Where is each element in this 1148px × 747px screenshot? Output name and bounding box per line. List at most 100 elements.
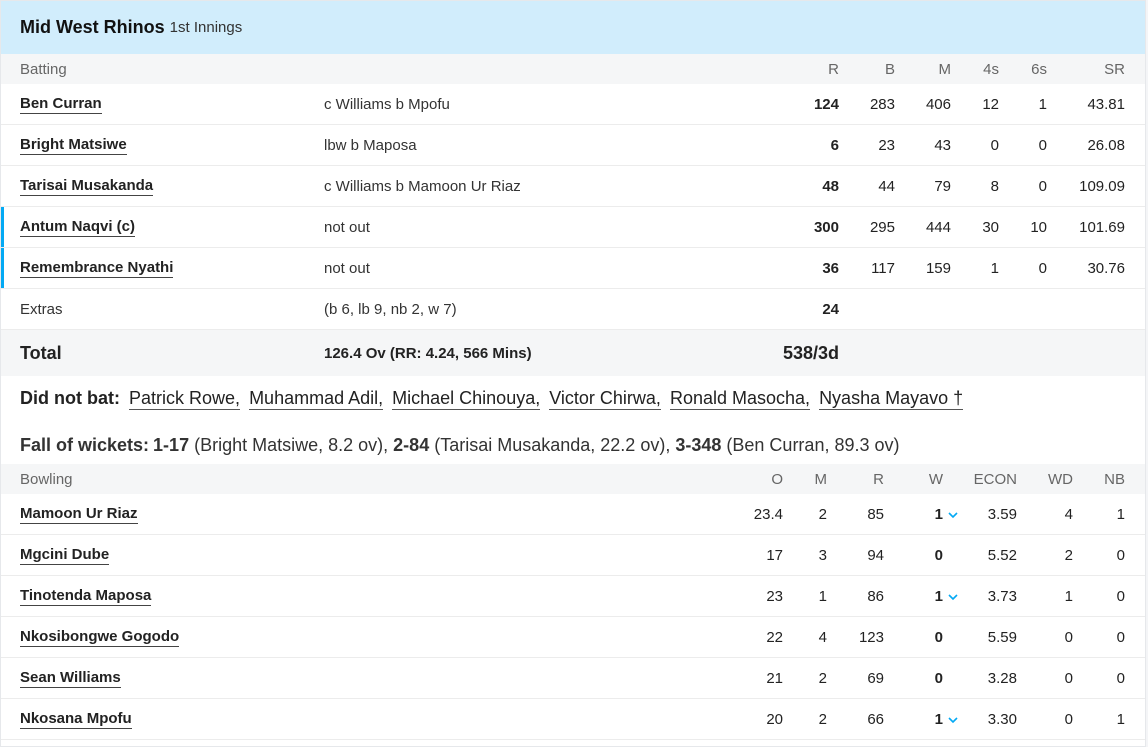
no-balls: 0 — [1116, 587, 1125, 605]
table-row: Mgcini Dube 17 3 94 0 5.52 2 0 — [1, 535, 1145, 576]
bowler-link[interactable]: Nkosana Mpofu — [20, 710, 132, 729]
runs-conceded: 69 — [867, 669, 884, 687]
col-runs: R — [828, 60, 839, 78]
wickets-cell[interactable]: 1 — [935, 494, 959, 534]
extras-row: Extras (b 6, lb 9, nb 2, w 7) 24 — [1, 289, 1145, 330]
overs: 23.4 — [753, 505, 783, 523]
table-row: Nkosibongwe Gogodo 22 4 123 0 5.59 0 0 — [1, 617, 1145, 658]
wickets-wrap: 1 — [935, 506, 959, 523]
batter-name[interactable]: Antum Naqvi (c) — [20, 207, 136, 247]
fours: 30 — [982, 218, 999, 236]
bowler-link[interactable]: Tinotenda Maposa — [20, 587, 152, 606]
table-row: Tinotenda Maposa 23 1 86 1 3.73 1 0 — [1, 576, 1145, 617]
wickets-wrap: 0 — [935, 629, 943, 646]
wicket-score: 3-348 — [675, 434, 722, 455]
did-not-bat-player[interactable]: Patrick Rowe, — [129, 388, 241, 410]
balls: 283 — [869, 95, 895, 113]
bowler-name[interactable]: Sean Williams — [20, 658, 121, 698]
col-runs-conceded: R — [873, 470, 884, 488]
economy: 3.30 — [987, 710, 1017, 728]
batter-name[interactable]: Remembrance Nyathi — [20, 248, 174, 288]
total-row: Total 126.4 Ov (RR: 4.24, 566 Mins) 538/… — [1, 330, 1145, 376]
economy: 3.59 — [987, 505, 1017, 523]
runs-conceded: 123 — [858, 628, 884, 646]
batter-link[interactable]: Ben Curran — [20, 95, 102, 114]
overs: 20 — [766, 710, 783, 728]
col-wides: WD — [1048, 470, 1073, 488]
table-row: Nkosana Mpofu 20 2 66 1 3.30 0 1 — [1, 699, 1145, 740]
batting-rows: Ben Curran c Williams b Mpofu 124 283 406 12 1… — [1, 84, 1145, 289]
maidens: 2 — [818, 710, 827, 728]
batter-link[interactable]: Bright Matsiwe — [20, 136, 127, 155]
bowler-name[interactable]: Mgcini Dube — [20, 535, 110, 575]
maidens: 4 — [818, 628, 827, 646]
did-not-bat-player[interactable]: Ronald Masocha, — [669, 388, 811, 410]
no-balls: 0 — [1116, 628, 1125, 646]
wides: 4 — [1064, 505, 1073, 523]
extras-detail: (b 6, lb 9, nb 2, w 7) — [324, 300, 457, 318]
innings-label: 1st Innings — [169, 19, 243, 36]
economy: 5.59 — [987, 628, 1017, 646]
wickets-wrap: 1 — [935, 711, 959, 728]
no-balls: 1 — [1116, 710, 1125, 728]
bowler-name[interactable]: Nkosana Mpofu — [20, 699, 132, 739]
chevron-down-icon[interactable] — [947, 508, 959, 520]
batter-name[interactable]: Tarisai Musakanda — [20, 166, 154, 206]
bowler-name[interactable]: Tinotenda Maposa — [20, 576, 152, 616]
bowler-link[interactable]: Mgcini Dube — [20, 546, 110, 565]
minutes: 79 — [934, 177, 951, 195]
minutes: 406 — [925, 95, 951, 113]
innings-header: Mid West Rhinos 1st Innings — [1, 1, 1145, 54]
batter-link[interactable]: Tarisai Musakanda — [20, 177, 154, 196]
sixes: 0 — [1038, 136, 1047, 154]
table-row: Remembrance Nyathi not out 36 117 159 1 0 30.76 — [1, 248, 1145, 289]
wickets-wrap: 0 — [935, 547, 943, 564]
chevron-down-icon[interactable] — [947, 713, 959, 725]
wickets: 1 — [934, 587, 943, 605]
wickets-cell[interactable]: 1 — [935, 576, 959, 616]
minutes: 159 — [925, 259, 951, 277]
batter-link[interactable]: Antum Naqvi (c) — [20, 218, 136, 237]
bowler-name[interactable]: Nkosibongwe Gogodo — [20, 617, 180, 657]
dismissal: lbw b Maposa — [324, 136, 417, 154]
col-fours: 4s — [983, 60, 999, 78]
batting-title: Batting — [20, 60, 67, 78]
batter-name[interactable]: Bright Matsiwe — [20, 125, 127, 165]
sixes: 0 — [1038, 259, 1047, 277]
wides: 0 — [1064, 669, 1073, 687]
wickets-cell: 0 — [935, 658, 943, 698]
bowler-name[interactable]: Mamoon Ur Riaz — [20, 494, 138, 534]
batter-link[interactable]: Remembrance Nyathi — [20, 259, 174, 278]
sixes: 10 — [1030, 218, 1047, 236]
wides: 2 — [1064, 546, 1073, 564]
did-not-bat-player[interactable]: Victor Chirwa, — [549, 388, 661, 410]
did-not-bat-player[interactable]: Michael Chinouya, — [392, 388, 541, 410]
dismissal: not out — [324, 259, 370, 277]
maidens: 1 — [818, 587, 827, 605]
no-balls: 1 — [1116, 505, 1125, 523]
bowler-link[interactable]: Sean Williams — [20, 669, 121, 688]
dismissal: not out — [324, 218, 370, 236]
bowler-link[interactable]: Mamoon Ur Riaz — [20, 505, 138, 524]
wickets: 1 — [934, 710, 943, 728]
did-not-bat: Did not bat: Patrick Rowe, Muhammad Adil… — [1, 376, 1145, 426]
batter-name[interactable]: Ben Curran — [20, 84, 102, 124]
col-minutes: M — [938, 60, 952, 78]
balls: 23 — [878, 136, 895, 154]
economy: 3.73 — [987, 587, 1017, 605]
runs: 124 — [813, 95, 839, 113]
wickets: 0 — [934, 546, 943, 564]
economy: 3.28 — [987, 669, 1017, 687]
wickets-cell[interactable]: 1 — [935, 699, 959, 739]
overs: 23 — [766, 587, 783, 605]
runs: 300 — [813, 218, 839, 236]
fall-of-wickets-label: Fall of wickets: — [20, 434, 150, 455]
strike-rate: 101.69 — [1079, 218, 1125, 236]
sixes: 1 — [1038, 95, 1047, 113]
no-balls: 0 — [1116, 669, 1125, 687]
did-not-bat-player[interactable]: Nyasha Mayavo † — [819, 388, 964, 410]
strike-rate: 30.76 — [1087, 259, 1125, 277]
bowler-link[interactable]: Nkosibongwe Gogodo — [20, 628, 180, 647]
did-not-bat-player[interactable]: Muhammad Adil, — [249, 388, 384, 410]
chevron-down-icon[interactable] — [947, 590, 959, 602]
